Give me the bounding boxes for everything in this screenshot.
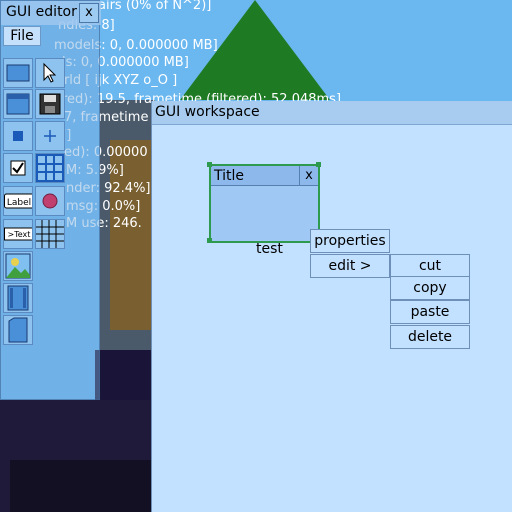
radio-tool-button[interactable] bbox=[35, 186, 65, 216]
sample-label-text[interactable]: test bbox=[256, 241, 283, 257]
menu-item-properties[interactable]: properties bbox=[310, 229, 390, 253]
sample-window-close-button[interactable]: x bbox=[299, 166, 318, 186]
save-button[interactable] bbox=[35, 89, 65, 119]
label-icon: Label bbox=[4, 193, 32, 209]
editor-close-button[interactable]: x bbox=[79, 3, 99, 23]
text-tool-button[interactable]: >Text bbox=[3, 219, 33, 249]
button-tool-button[interactable] bbox=[3, 121, 33, 151]
pointer-tool-button[interactable] bbox=[35, 58, 65, 88]
window-tool-button[interactable] bbox=[3, 58, 33, 88]
tab-tool-button[interactable] bbox=[3, 315, 33, 345]
resize-handle-top-right[interactable] bbox=[316, 162, 321, 167]
grid-icon bbox=[36, 154, 64, 182]
resize-handle-bottom-left[interactable] bbox=[207, 238, 212, 243]
text-icon-text: >Text bbox=[8, 230, 31, 239]
text-field-icon: >Text bbox=[4, 227, 32, 241]
label-tool-button[interactable]: Label bbox=[3, 186, 33, 216]
menu-item-copy[interactable]: copy bbox=[390, 276, 470, 300]
menu-item-paste[interactable]: paste bbox=[390, 300, 470, 324]
sample-window[interactable]: Title x bbox=[209, 164, 320, 243]
checkbox-tool-button[interactable] bbox=[3, 153, 33, 183]
spreadsheet-tool-button[interactable] bbox=[35, 219, 65, 249]
file-menu[interactable]: File bbox=[3, 26, 41, 46]
panel-tool-button[interactable] bbox=[3, 89, 33, 119]
image-tool-button[interactable] bbox=[3, 251, 33, 281]
checkbox-icon bbox=[10, 160, 26, 176]
label-icon-text: Label bbox=[7, 198, 31, 208]
sample-window-title: Title bbox=[214, 168, 245, 184]
spreadsheet-icon bbox=[36, 220, 64, 248]
debug-line: airs (0% of N^2)] bbox=[98, 0, 212, 13]
crosshair-tool-button[interactable] bbox=[35, 121, 65, 151]
image-icon bbox=[5, 253, 31, 279]
workspace-title: GUI workspace bbox=[155, 104, 260, 120]
menu-item-cut[interactable]: cut bbox=[390, 254, 470, 278]
ball-icon bbox=[42, 193, 58, 209]
floppy-disk-icon bbox=[39, 93, 61, 115]
gui-editor-window: GUI editor x File Label >Text bbox=[0, 0, 101, 400]
square-icon bbox=[13, 131, 23, 141]
window-icon bbox=[6, 64, 30, 82]
tab-icon bbox=[8, 317, 28, 343]
menu-item-delete[interactable]: delete bbox=[390, 325, 470, 349]
panel-icon bbox=[6, 93, 30, 115]
table-tool-button[interactable] bbox=[35, 153, 65, 183]
menu-item-edit[interactable]: edit > bbox=[310, 254, 390, 278]
crosshair-icon bbox=[44, 130, 56, 142]
editor-title: GUI editor bbox=[6, 4, 77, 20]
gui-workspace-window[interactable]: GUI workspace Title x test properties ed… bbox=[151, 101, 512, 512]
cursor-icon bbox=[43, 62, 57, 83]
scrollbar-tool-button[interactable] bbox=[3, 283, 33, 313]
scrollbar-icon bbox=[7, 285, 29, 311]
workspace-title-bar[interactable]: GUI workspace bbox=[152, 101, 512, 125]
resize-handle-top-left[interactable] bbox=[207, 162, 212, 167]
